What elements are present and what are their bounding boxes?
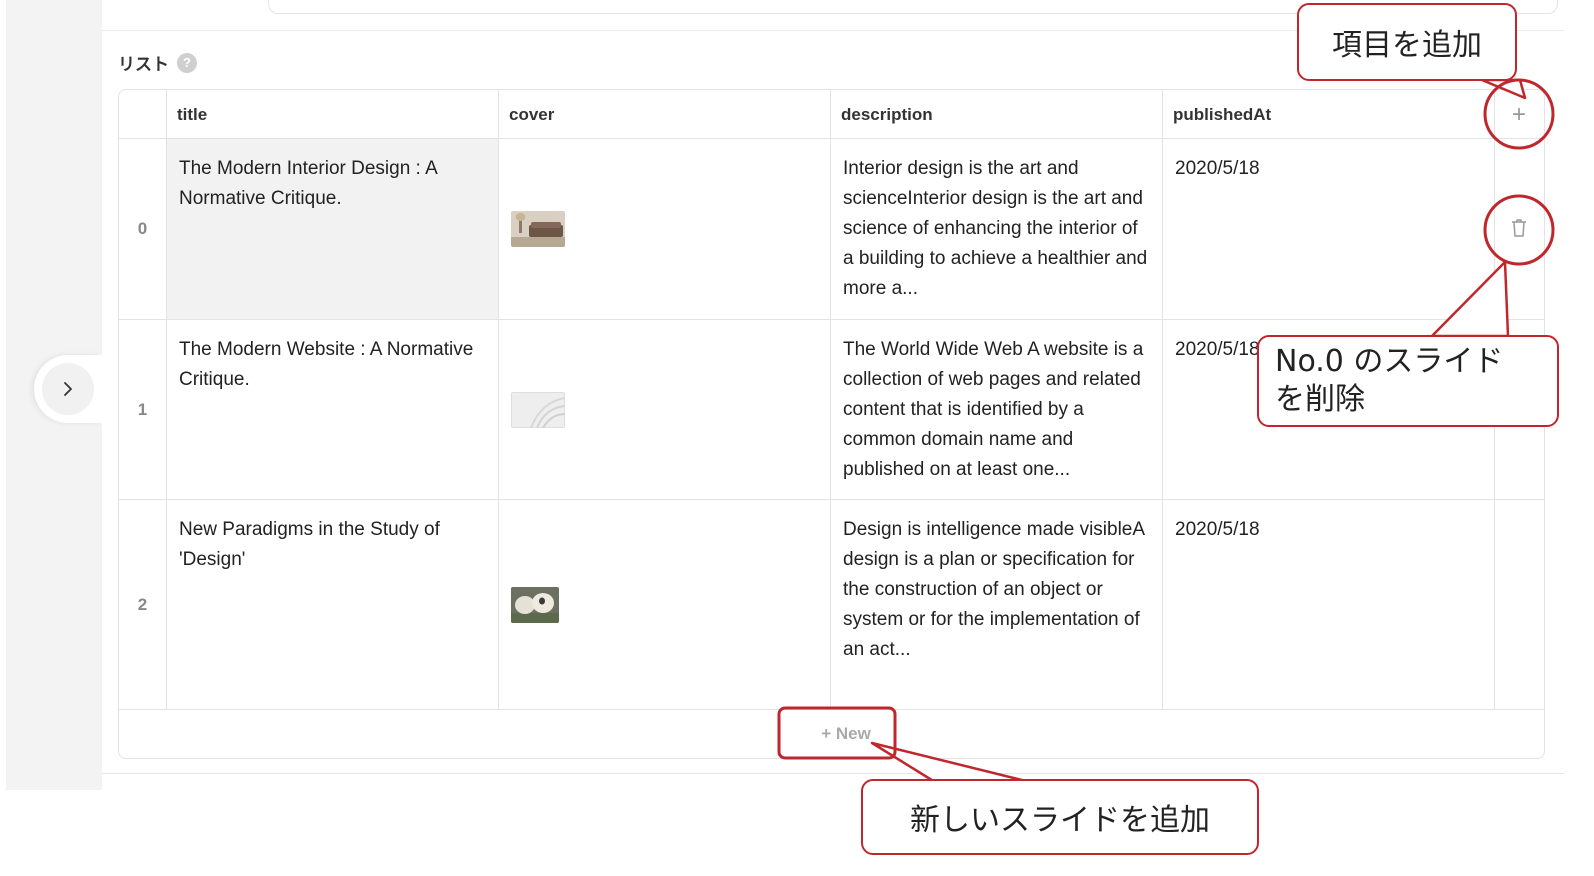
highlight-box-new <box>777 706 897 760</box>
callout-pointer-delete-slide <box>1430 260 1510 338</box>
callout-delete-line1: No.0 のスライド <box>1275 344 1504 379</box>
callout-add-slide: 新しいスライドを追加 <box>861 779 1259 855</box>
callout-delete-slide: No.0 のスライド を削除 <box>1257 335 1559 427</box>
callout-add-item-text: 項目を追加 <box>1332 28 1482 63</box>
highlight-ring-delete <box>1483 194 1555 266</box>
callout-delete-line2: を削除 <box>1275 382 1365 417</box>
callout-add-item: 項目を追加 <box>1297 3 1517 81</box>
annotation-overlay <box>777 78 1555 784</box>
callout-add-slide-text: 新しいスライドを追加 <box>910 803 1210 838</box>
